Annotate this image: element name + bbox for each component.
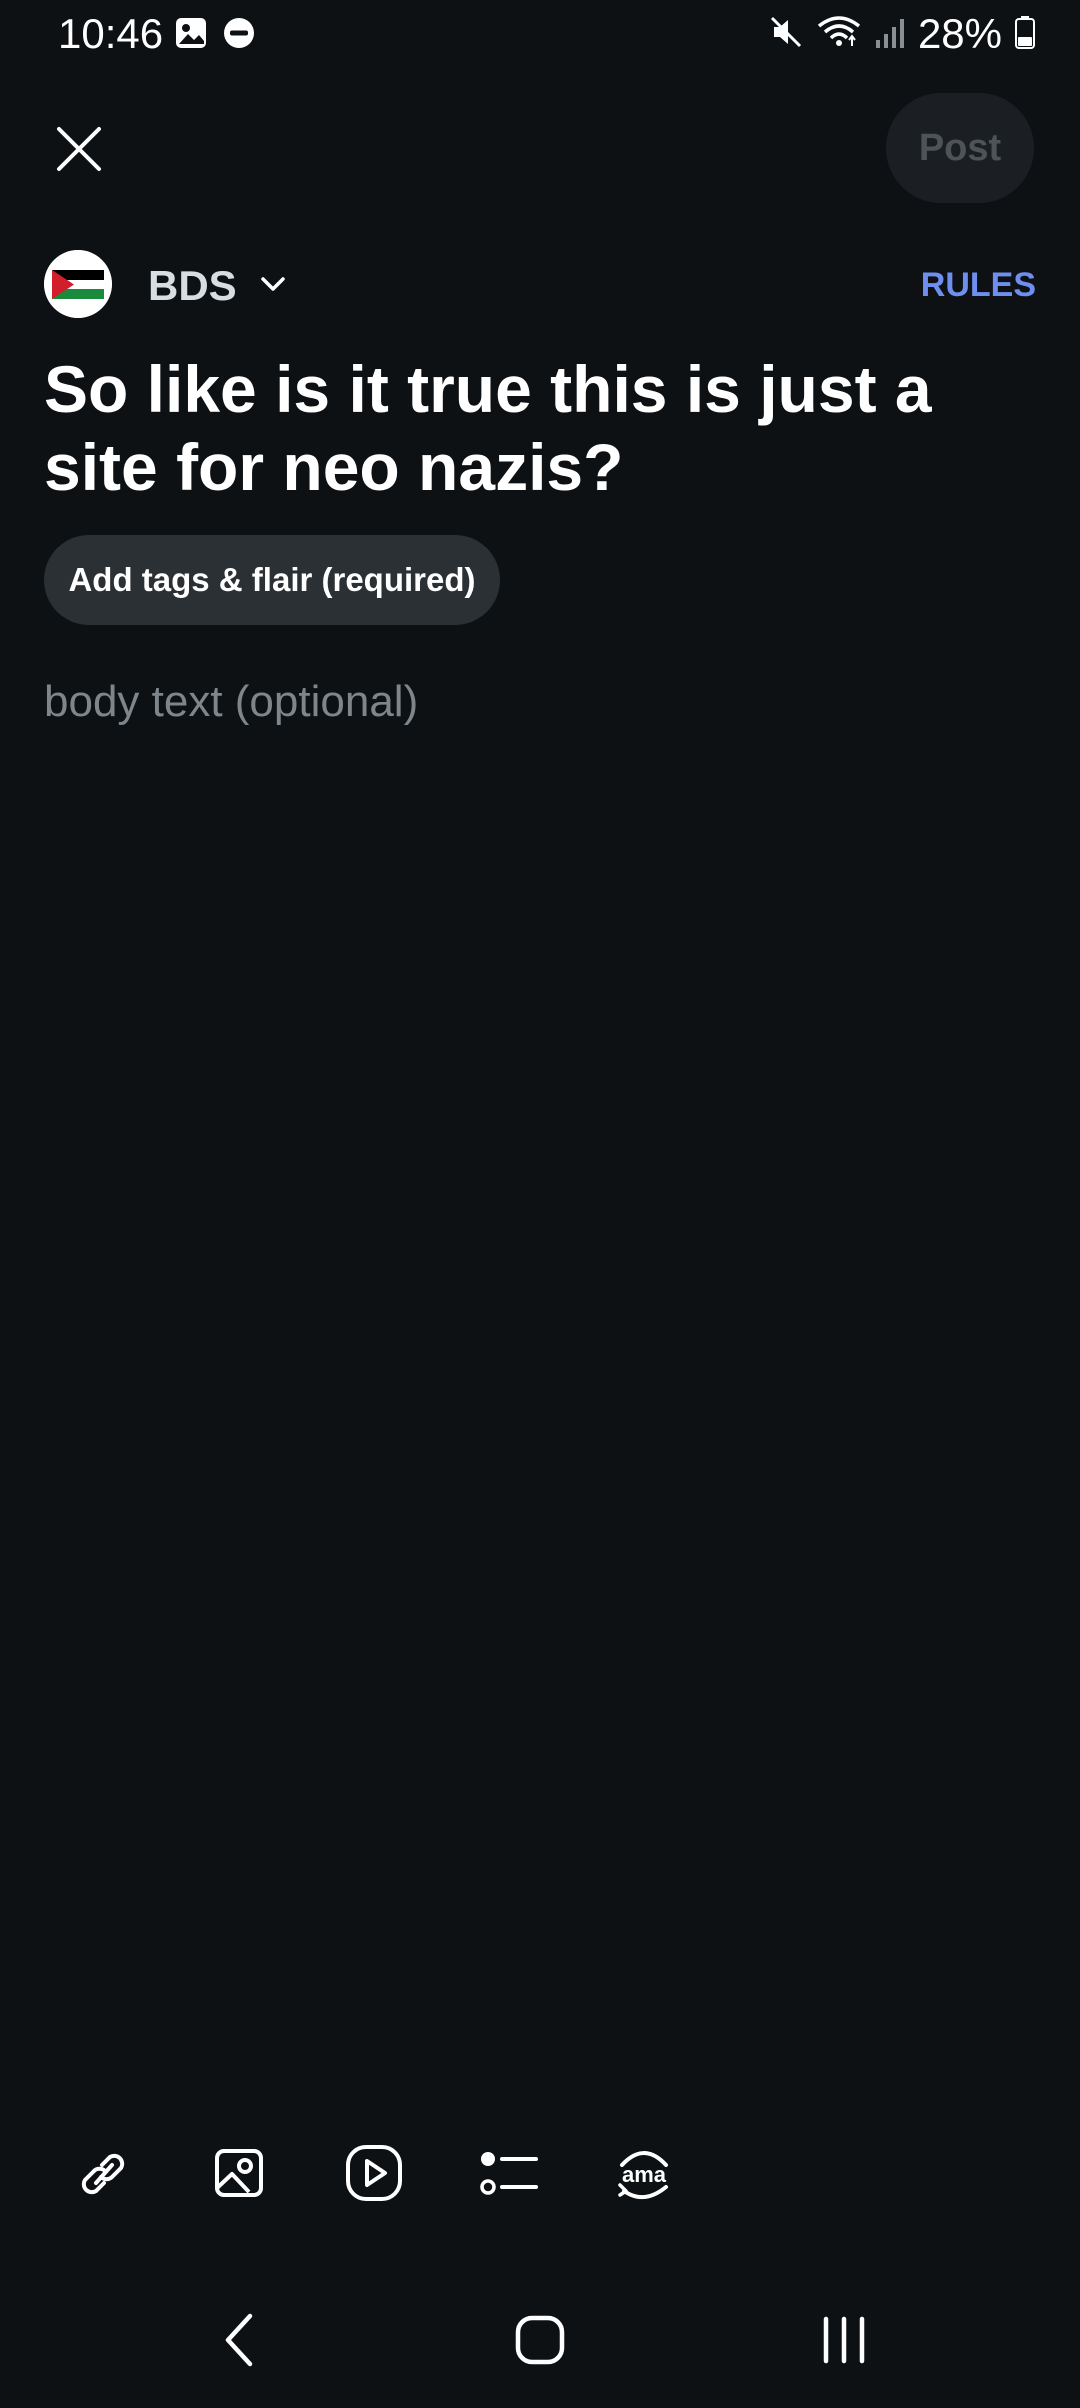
add-image-button[interactable] bbox=[189, 2128, 289, 2218]
do-not-disturb-icon bbox=[222, 16, 256, 55]
status-left-icons bbox=[174, 16, 256, 55]
status-right-icons: 28% bbox=[768, 8, 1036, 60]
svg-text:ama: ama bbox=[622, 2162, 667, 2187]
add-link-button[interactable] bbox=[54, 2128, 154, 2218]
link-icon bbox=[81, 2153, 125, 2195]
community-avatar[interactable] bbox=[44, 250, 112, 318]
add-poll-button[interactable] bbox=[459, 2128, 559, 2218]
mute-icon bbox=[768, 14, 804, 55]
nav-recents-button[interactable] bbox=[784, 2290, 904, 2390]
composer-toolbar: ama bbox=[54, 2128, 694, 2218]
post-title[interactable]: So like is it true this is just a site f… bbox=[44, 350, 1044, 506]
status-time: 10:46 bbox=[58, 10, 164, 57]
ama-icon: ama bbox=[618, 2151, 668, 2199]
rules-link[interactable]: RULES bbox=[921, 264, 1036, 306]
post-button[interactable]: Post bbox=[886, 93, 1034, 203]
list-icon bbox=[480, 2152, 538, 2195]
palestine-flag-icon bbox=[44, 250, 112, 318]
body-text-input[interactable] bbox=[44, 672, 1034, 732]
ama-button[interactable]: ama bbox=[594, 2128, 694, 2218]
community-selector-row: BDS RULES bbox=[44, 250, 1036, 320]
system-nav-bar bbox=[0, 2290, 1080, 2390]
signal-icon bbox=[874, 14, 906, 55]
video-icon bbox=[346, 2145, 402, 2201]
close-icon bbox=[57, 127, 101, 171]
battery-icon bbox=[1014, 14, 1036, 55]
add-tags-flair-button[interactable]: Add tags & flair (required) bbox=[44, 535, 500, 625]
community-name[interactable]: BDS bbox=[148, 262, 237, 310]
status-bar: 10:46 28% bbox=[0, 0, 1080, 70]
back-icon bbox=[225, 2313, 253, 2367]
home-icon bbox=[515, 2315, 565, 2365]
battery-percent: 28% bbox=[917, 10, 1002, 57]
image-icon bbox=[174, 16, 208, 55]
close-button[interactable] bbox=[44, 114, 114, 184]
nav-back-button[interactable] bbox=[180, 2290, 300, 2390]
image-icon bbox=[215, 2149, 263, 2197]
wifi-icon bbox=[816, 14, 862, 55]
chevron-down-icon[interactable] bbox=[258, 270, 288, 305]
add-video-button[interactable] bbox=[324, 2128, 424, 2218]
nav-home-button[interactable] bbox=[480, 2290, 600, 2390]
recents-icon bbox=[823, 2316, 865, 2364]
